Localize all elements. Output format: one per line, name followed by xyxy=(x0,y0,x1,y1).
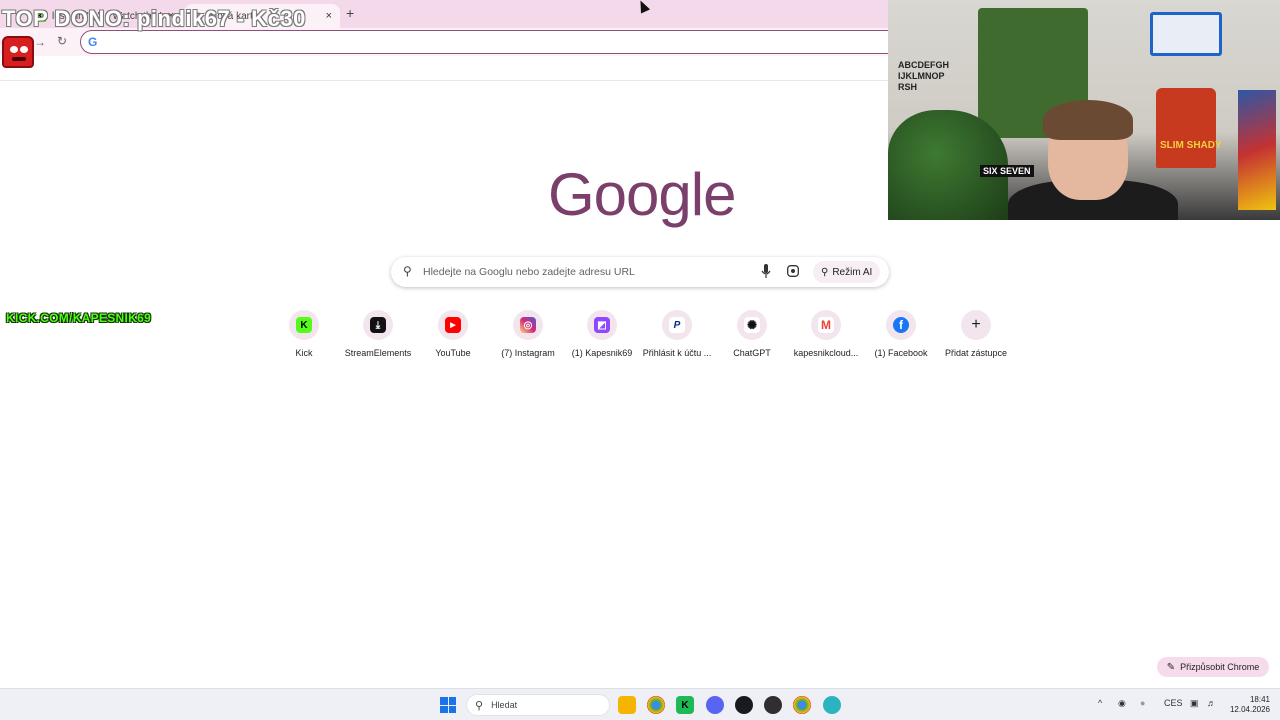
shortcut-label: Přidat zástupce xyxy=(944,348,1008,358)
shortcut-label: YouTube xyxy=(435,348,471,358)
microphone-tray-icon[interactable]: ● xyxy=(1140,698,1145,708)
search-input[interactable] xyxy=(423,261,743,283)
google-logo: Google xyxy=(548,161,736,228)
clock-date: 12.04.2026 xyxy=(1229,705,1270,714)
reload-icon[interactable]: ↻ xyxy=(57,34,67,48)
gmail-icon: M xyxy=(818,317,834,333)
steam-icon[interactable] xyxy=(735,696,753,714)
monitor-icon[interactable]: ▣ xyxy=(1190,698,1199,709)
search-icon: ⚲ xyxy=(475,699,484,712)
mascot-icon xyxy=(2,36,34,68)
instagram-icon: ◎ xyxy=(520,317,536,333)
streamelements-icon: ⤓ xyxy=(370,317,386,333)
streamer-hair xyxy=(1043,100,1133,140)
address-bar[interactable]: G xyxy=(80,30,900,54)
shortcut-label: (1) Kapesnik69 xyxy=(571,348,633,358)
pencil-icon: ✎ xyxy=(1166,661,1176,673)
tray-chevron-icon[interactable]: ^ xyxy=(1098,698,1102,708)
basketball-hoop xyxy=(1150,12,1222,56)
shortcut-tile[interactable]: ⤓ StreamElements xyxy=(341,310,415,358)
tab-close-icon[interactable]: × xyxy=(326,10,332,22)
shortcut-label: Kick xyxy=(295,348,313,358)
google-lens-icon[interactable] xyxy=(787,265,799,277)
customize-chrome-button[interactable]: ✎ Přizpůsobit Chrome xyxy=(1157,657,1269,677)
forward-icon[interactable]: → xyxy=(34,35,46,49)
shortcut-tile[interactable]: f (1) Facebook xyxy=(864,310,938,358)
shortcut-label: Přihlásit k účtu ... xyxy=(642,348,712,358)
youtube-icon: ▶ xyxy=(445,317,461,333)
app-icon[interactable] xyxy=(823,696,841,714)
shortcut-label: ChatGPT xyxy=(733,348,771,358)
twitch-icon: ◩ xyxy=(594,317,610,333)
discord-icon[interactable] xyxy=(706,696,724,714)
shortcut-label: (1) Facebook xyxy=(874,348,928,358)
search-icon: ⚲ xyxy=(403,264,412,278)
customize-chrome-label: Přizpůsobit Chrome xyxy=(1180,662,1260,672)
shortcut-tile[interactable]: P Přihlásit k účtu ... xyxy=(640,310,714,358)
shortcut-tile[interactable]: M kapesnikcloud... xyxy=(789,310,863,358)
shortcut-tile[interactable]: + Přidat zástupce xyxy=(939,310,1013,358)
plus-icon: + xyxy=(971,316,981,333)
system-clock[interactable]: 18:41 12.04.2026 xyxy=(1226,695,1270,715)
chrome-profile-icon[interactable] xyxy=(793,696,811,714)
six-seven-sign: SIX SEVEN xyxy=(980,165,1034,177)
shortcut-tiles: K Kick ⤓ StreamElements ▶ YouTube ◎ (7) … xyxy=(267,310,1013,370)
paypal-icon: P xyxy=(669,317,685,333)
kick-app-icon[interactable]: K xyxy=(676,696,694,714)
webcam-feed: ABCDEFGH IJKLMNOP RSH SLIM SHADY SIX SEV… xyxy=(888,0,1280,220)
google-g-icon: G xyxy=(88,35,98,49)
chrome-icon[interactable] xyxy=(647,696,665,714)
google-search-box[interactable]: ⚲ ⚲ Režim AI xyxy=(391,257,889,287)
file-explorer-icon[interactable] xyxy=(618,696,636,714)
top-donor-overlay: TOP DONO: pindik67 - Kč30 xyxy=(2,6,306,31)
new-tab-button[interactable]: + xyxy=(346,5,354,21)
shortcut-tile[interactable]: K Kick xyxy=(267,310,341,358)
ai-mode-label: Režim AI xyxy=(832,266,873,278)
obs-icon[interactable] xyxy=(764,696,782,714)
chatgpt-icon: ✺ xyxy=(744,317,760,333)
wall-art xyxy=(1238,90,1276,210)
toolbar-divider xyxy=(0,80,888,81)
shortcut-label: (7) Instagram xyxy=(501,348,555,358)
shortcut-label: kapesnikcloud... xyxy=(793,348,859,358)
facebook-icon: f xyxy=(893,317,909,333)
microphone-icon[interactable] xyxy=(761,264,771,279)
ai-sparkle-icon: ⚲ xyxy=(821,266,829,278)
windows-start-icon[interactable] xyxy=(440,697,456,713)
shortcut-tile[interactable]: ◎ (7) Instagram xyxy=(491,310,565,358)
language-indicator[interactable]: CES xyxy=(1164,698,1183,708)
shortcut-tile[interactable]: ✺ ChatGPT xyxy=(715,310,789,358)
shortcut-label: StreamElements xyxy=(344,348,412,358)
network-shield-icon[interactable]: ◉ xyxy=(1118,698,1126,709)
jersey-text: SLIM SHADY xyxy=(1160,140,1222,151)
shortcut-tile[interactable]: ◩ (1) Kapesnik69 xyxy=(565,310,639,358)
kick-channel-overlay: KICK.COM/KAPESNIK69 xyxy=(6,311,152,325)
windows-taskbar: ⚲ Hledat K ^ ◉ ● CES ▣ ♬ 18:41 12.04.202… xyxy=(0,688,1280,720)
ai-mode-button[interactable]: ⚲ Režim AI xyxy=(813,261,881,283)
jersey xyxy=(1156,88,1216,168)
volume-icon[interactable]: ♬ xyxy=(1207,698,1216,708)
taskbar-search-label: Hledat xyxy=(491,700,518,710)
wall-letters: ABCDEFGH IJKLMNOP RSH xyxy=(898,60,949,92)
taskbar-search[interactable]: ⚲ Hledat xyxy=(466,694,610,716)
clock-time: 18:41 xyxy=(1249,695,1270,704)
kick-icon: K xyxy=(296,317,312,333)
shortcut-tile[interactable]: ▶ YouTube xyxy=(416,310,490,358)
